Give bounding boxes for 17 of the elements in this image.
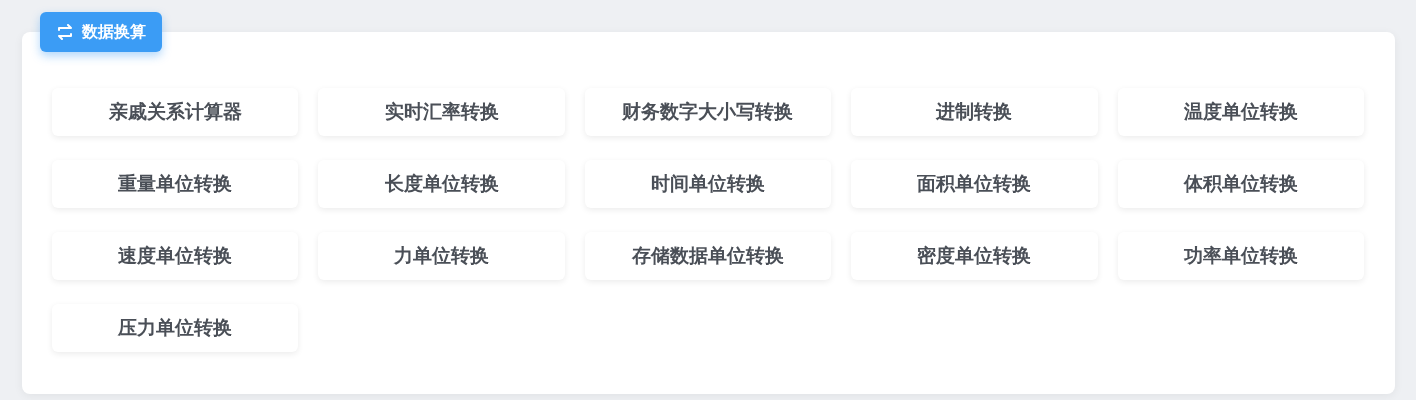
tool-button[interactable]: 长度单位转换 <box>318 160 565 208</box>
tool-button[interactable]: 实时汇率转换 <box>318 88 565 136</box>
tool-button[interactable]: 进制转换 <box>851 88 1098 136</box>
swap-icon <box>56 24 74 40</box>
tool-button[interactable]: 密度单位转换 <box>851 232 1098 280</box>
tool-button[interactable]: 体积单位转换 <box>1117 160 1364 208</box>
tool-button[interactable]: 力单位转换 <box>318 232 565 280</box>
tool-button[interactable]: 存储数据单位转换 <box>584 232 832 280</box>
tool-button[interactable]: 功率单位转换 <box>1117 232 1364 280</box>
tool-button[interactable]: 面积单位转换 <box>851 160 1098 208</box>
tool-button[interactable]: 重量单位转换 <box>52 160 299 208</box>
tool-button[interactable]: 压力单位转换 <box>52 304 299 352</box>
tool-button[interactable]: 时间单位转换 <box>584 160 832 208</box>
tool-button[interactable]: 温度单位转换 <box>1117 88 1364 136</box>
tool-button[interactable]: 亲戚关系计算器 <box>52 88 299 136</box>
tool-button[interactable]: 财务数字大小写转换 <box>584 88 832 136</box>
tool-button[interactable]: 速度单位转换 <box>52 232 299 280</box>
